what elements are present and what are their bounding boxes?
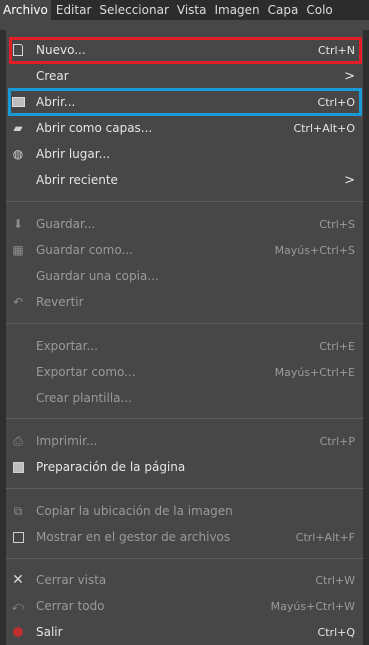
menubar-archivo[interactable]: Archivo (0, 0, 51, 20)
menu-item-label: Salir (36, 625, 63, 639)
menu-item-label: Abrir lugar... (36, 147, 111, 161)
close-icon: ✕ (12, 572, 24, 588)
menu-item-label: Preparación de la página (36, 460, 186, 474)
menu-item-shortcut: Ctrl+Alt+F (295, 530, 355, 544)
menu-item-label: Revertir (36, 295, 84, 309)
menu-item-crear[interactable]: Crear > (6, 64, 363, 88)
menu-item-shortcut: Ctrl+W (315, 573, 355, 587)
menubar-editar[interactable]: Editar (53, 0, 95, 20)
menu-item-abrir-como-capas[interactable]: ▰ Abrir como capas... Ctrl+Alt+O (6, 116, 363, 140)
menu-item-preparacion-pagina[interactable]: Preparación de la página (6, 455, 363, 479)
save-icon: ⬇ (12, 217, 24, 231)
menu-item-mostrar-gestor[interactable]: Mostrar en el gestor de archivos Ctrl+Al… (6, 525, 363, 549)
menu-item-label: Cerrar vista (36, 573, 107, 587)
globe-icon: ◍ (12, 147, 24, 161)
menu-item-shortcut: Ctrl+E (319, 339, 355, 353)
menu-separator (6, 323, 363, 324)
menu-separator (6, 201, 363, 202)
menubar-capa[interactable]: Capa (265, 0, 302, 20)
menubar-vista[interactable]: Vista (174, 0, 210, 20)
menu-item-label: Abrir reciente (36, 173, 118, 187)
menu-item-label: Guardar como... (36, 243, 133, 257)
menu-item-shortcut: Ctrl+Alt+O (293, 121, 355, 135)
menu-item-shortcut: Mayús+Ctrl+S (274, 243, 355, 257)
menubar-seleccionar[interactable]: Seleccionar (96, 0, 171, 20)
menu-item-imprimir[interactable]: ⎙ Imprimir... Ctrl+P (6, 429, 363, 453)
page-setup-icon (6, 455, 30, 479)
menu-item-label: Copiar la ubicación de la imagen (36, 504, 233, 518)
menu-item-shortcut: Ctrl+S (319, 217, 355, 231)
menu-item-cerrar-todo[interactable]: ⤺ Cerrar todo Mayús+Ctrl+W (6, 594, 363, 618)
menu-item-label: Guardar... (36, 217, 96, 231)
menu-item-copiar-ubicacion[interactable]: ⧉ Copiar la ubicación de la imagen (6, 499, 363, 523)
menu-item-crear-plantilla[interactable]: Crear plantilla... (6, 386, 363, 410)
highlight-box-nuevo (9, 37, 362, 64)
menu-right-edge (363, 30, 369, 645)
submenu-arrow-icon: > (344, 68, 355, 84)
menu-separator (6, 418, 363, 419)
highlight-box-abrir (8, 88, 362, 116)
menu-item-exportar-como[interactable]: Exportar como... Mayús+Ctrl+E (6, 360, 363, 384)
menu-item-abrir-lugar[interactable]: ◍ Abrir lugar... (6, 142, 363, 166)
menu-item-label: Abrir como capas... (36, 121, 153, 135)
menu-separator (6, 488, 363, 489)
menu-item-shortcut: Mayús+Ctrl+E (274, 365, 355, 379)
menu-item-label: Guardar una copia... (36, 269, 159, 283)
close-all-icon: ⤺ (11, 598, 25, 613)
copy-location-icon: ⧉ (13, 503, 23, 518)
menu-item-revertir[interactable]: ↶ Revertir (6, 290, 363, 314)
menu-item-guardar[interactable]: ⬇ Guardar... Ctrl+S (6, 212, 363, 236)
open-layers-icon: ▰ (13, 121, 23, 135)
menubar-colores[interactable]: Colo (303, 0, 335, 20)
menu-item-label: Cerrar todo (36, 599, 105, 613)
menu-item-shortcut: Mayús+Ctrl+W (270, 599, 355, 613)
menu-item-shortcut: Ctrl+Q (317, 625, 355, 639)
menu-item-abrir-reciente[interactable]: Abrir reciente > (6, 168, 363, 192)
menu-item-salir[interactable]: Salir Ctrl+Q (6, 620, 363, 644)
revert-icon: ↶ (12, 295, 24, 309)
menu-item-label: Crear plantilla... (36, 391, 132, 405)
menu-item-cerrar-vista[interactable]: ✕ Cerrar vista Ctrl+W (6, 568, 363, 592)
menu-item-label: Crear (36, 69, 69, 83)
menu-item-exportar[interactable]: Exportar... Ctrl+E (6, 334, 363, 358)
menu-item-label: Exportar... (36, 339, 98, 353)
save-as-icon: ▦ (12, 243, 24, 257)
menu-item-label: Exportar como... (36, 365, 136, 379)
submenu-arrow-icon: > (344, 172, 355, 188)
menubar-imagen[interactable]: Imagen (211, 0, 262, 20)
quit-icon (6, 620, 30, 644)
menu-item-guardar-copia[interactable]: Guardar una copia... (6, 264, 363, 288)
file-manager-icon (6, 525, 30, 549)
printer-icon: ⎙ (13, 433, 23, 448)
menu-item-label: Mostrar en el gestor de archivos (36, 530, 231, 544)
menu-separator (6, 558, 363, 559)
menu-item-shortcut: Ctrl+P (319, 434, 355, 448)
menu-item-label: Imprimir... (36, 434, 98, 448)
menu-bar: Archivo Editar Seleccionar Vista Imagen … (0, 0, 369, 20)
menu-item-guardar-como[interactable]: ▦ Guardar como... Mayús+Ctrl+S (6, 238, 363, 262)
